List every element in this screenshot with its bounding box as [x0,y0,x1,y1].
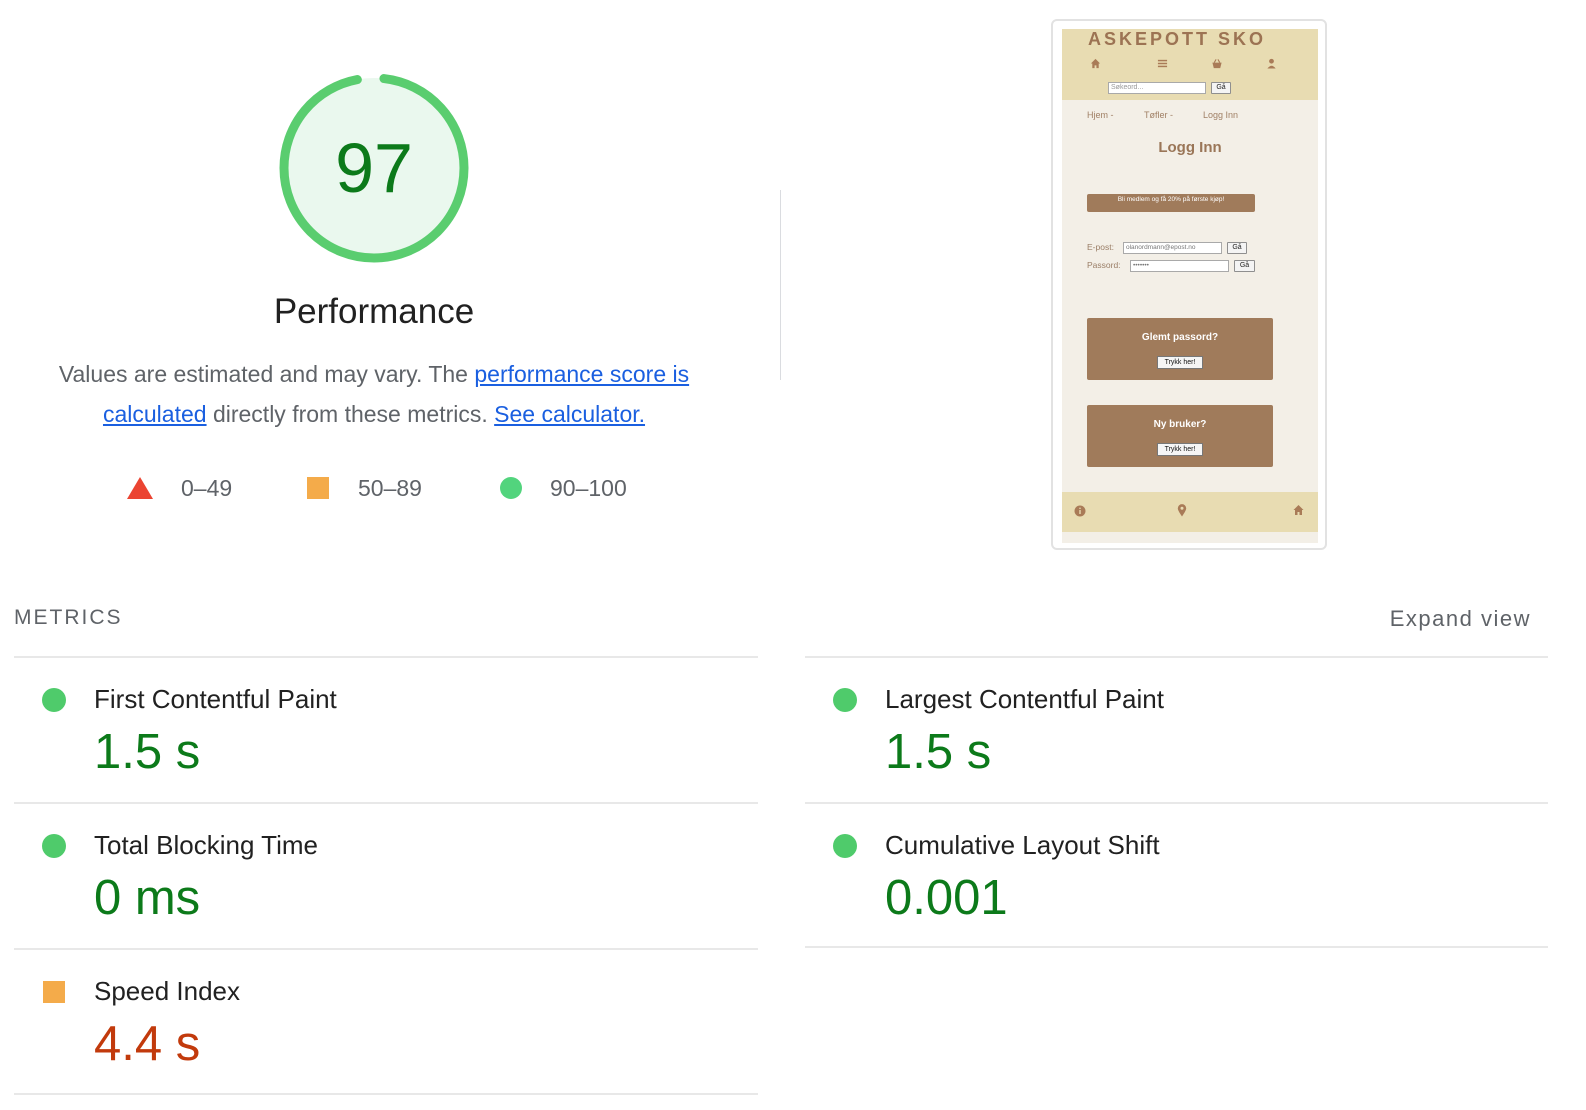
legend-item-fail: 0–49 [127,470,232,506]
metric-first-contentful-paint: First Contentful Paint 1.5 s [14,658,758,804]
legend-range-fail: 0–49 [181,474,233,501]
metric-title: Cumulative Layout Shift [885,830,1160,860]
pass-circle-icon [833,688,857,712]
location-pin-icon [1177,504,1187,520]
score-description: Values are estimated and may vary. The p… [34,354,714,434]
square-icon [307,477,329,499]
description-text-start: Values are estimated and may vary. The [58,361,475,387]
score-value: 97 [335,129,413,207]
screenshot-search-input: Søkeord... [1108,82,1206,94]
metric-value: 1.5 s [885,725,992,779]
metric-total-blocking-time: Total Blocking Time 0 ms [14,804,758,950]
metric-speed-index: Speed Index 4.4 s [14,950,758,1096]
metric-title: Speed Index [94,976,241,1006]
screenshot-search-button: Gå [1211,82,1231,94]
metric-title: Largest Contentful Paint [885,684,1164,714]
screenshot-page: ASKEPOTT SKO Søkeord... Gå Hjem - Tøfler… [1062,29,1318,543]
metrics-header: METRICS [14,606,123,629]
screenshot-forgot-button: Trykk her! [1157,356,1203,369]
screenshot-brand: ASKEPOTT SKO [1088,29,1267,49]
category-title: Performance [273,292,475,331]
see-calculator-link[interactable]: See calculator. [494,401,645,427]
screenshot-breadcrumb-login: Logg Inn [1203,110,1239,120]
pass-circle-icon [42,688,66,712]
metric-largest-contentful-paint: Largest Contentful Paint 1.5 s [805,658,1549,804]
screenshot-password-label: Passord: [1087,260,1121,270]
metrics-divider [805,946,1548,948]
circle-icon [500,477,522,499]
description-text-middle: directly from these metrics. [206,401,495,427]
menu-icon [1157,58,1168,72]
screenshot-new-user-button: Trykk her! [1157,443,1203,456]
screenshot-member-banner: Bli medlem og få 20% på første kjøp! [1087,194,1255,212]
screenshot-new-user-title: Ny bruker? [1153,419,1207,430]
screenshot-password-button: Gå [1234,260,1255,272]
legend-range-average: 50–89 [358,474,422,501]
metric-cumulative-layout-shift: Cumulative Layout Shift 0.001 [805,804,1549,950]
legend-item-pass: 90–100 [500,470,627,506]
metrics-divider [14,1093,758,1095]
final-screenshot[interactable]: ASKEPOTT SKO Søkeord... Gå Hjem - Tøfler… [1051,19,1327,550]
home-icon [1292,504,1305,519]
pass-circle-icon [42,834,66,858]
screenshot-email-field: olanordmann@epost.no [1123,242,1222,254]
screenshot-email-label: E-post: [1087,242,1114,252]
legend-range-pass: 90–100 [550,474,627,501]
home-icon [1090,58,1101,72]
screenshot-breadcrumb-slippers: Tøfler - [1144,110,1173,120]
info-icon [1074,505,1086,520]
expand-view-toggle[interactable]: Expand view [1390,606,1531,632]
metric-value: 4.4 s [94,1017,201,1071]
pass-circle-icon [833,834,857,858]
screenshot-password-field: ••••••• [1130,260,1229,272]
screenshot-forgot-title: Glemt passord? [1141,332,1219,343]
user-icon [1266,58,1277,72]
average-square-icon [43,981,65,1003]
screenshot-footer [1062,492,1318,532]
screenshot-forgot-password-box: Glemt passord? Trykk her! [1087,318,1273,380]
screenshot-email-button: Gå [1227,242,1247,254]
legend-item-average: 50–89 [307,470,422,506]
vertical-divider [780,190,781,380]
metric-value: 1.5 s [94,725,201,779]
metric-value: 0 ms [94,871,201,925]
triangle-icon [127,477,153,499]
screenshot-page-title: Logg Inn [1158,139,1222,156]
performance-score-gauge: 97 [276,70,472,266]
metric-title: First Contentful Paint [94,684,337,714]
screenshot-breadcrumb-home: Hjem - [1087,110,1114,120]
screenshot-new-user-box: Ny bruker? Trykk her! [1087,405,1273,467]
metric-value: 0.001 [885,871,1008,925]
basket-icon [1211,58,1223,72]
screenshot-header: ASKEPOTT SKO Søkeord... Gå [1062,29,1318,100]
metric-title: Total Blocking Time [94,830,318,860]
